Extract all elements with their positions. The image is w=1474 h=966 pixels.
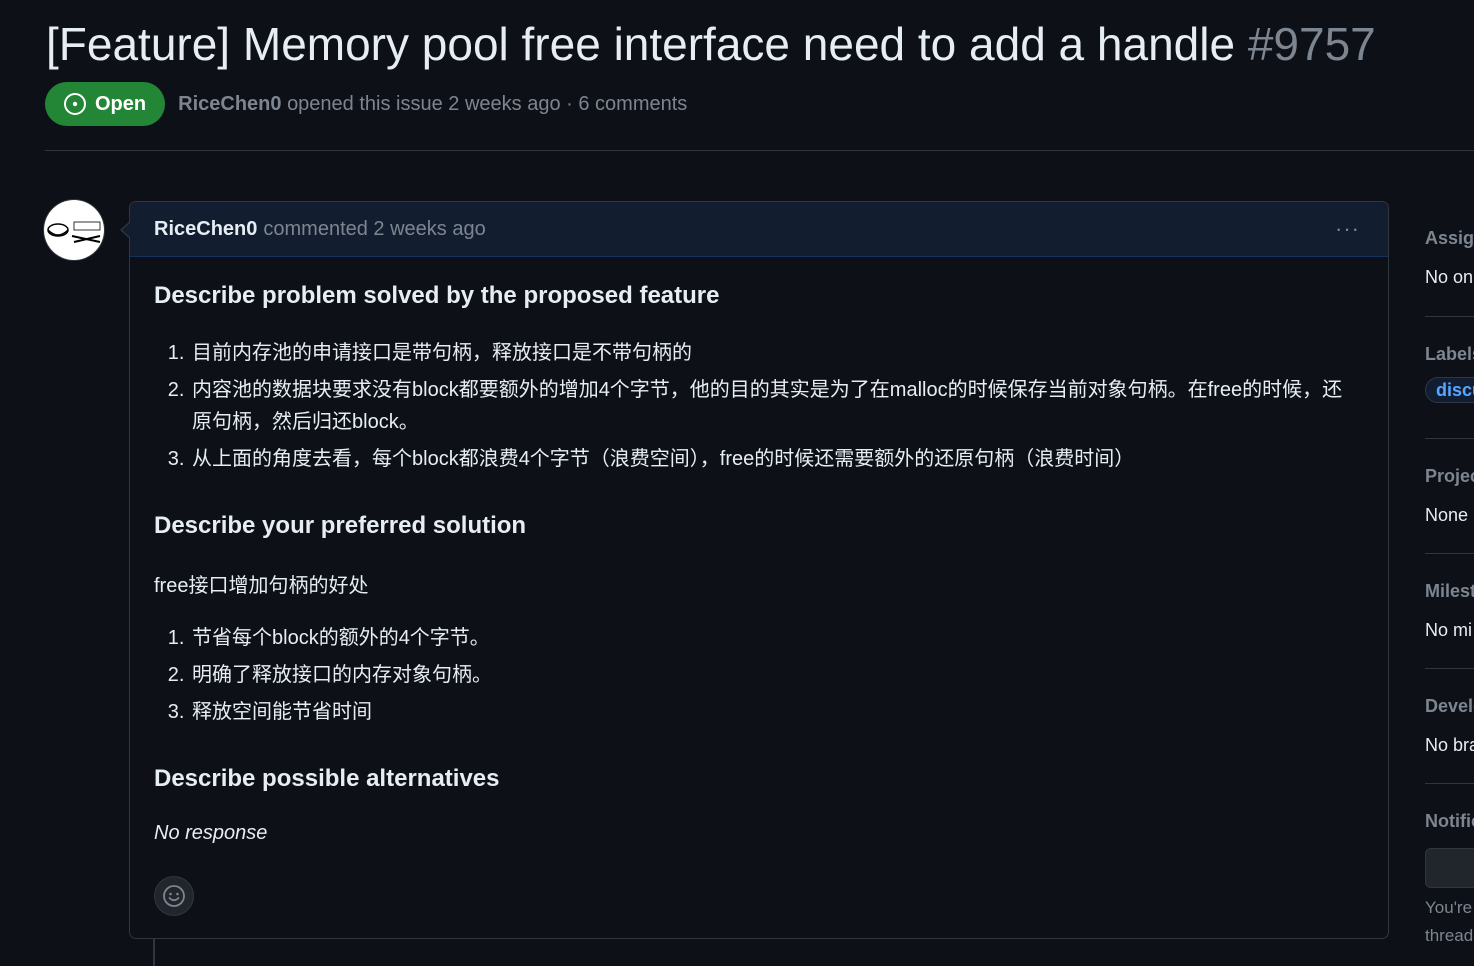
issue-number: #9757	[1247, 18, 1376, 70]
label-badge[interactable]: discu	[1425, 377, 1474, 403]
solution-heading: Describe your preferred solution	[154, 512, 527, 539]
issue-open-icon	[64, 93, 86, 115]
development-heading[interactable]: Develo	[1425, 696, 1474, 717]
milestone-value: No mi	[1425, 620, 1473, 640]
sidebar-projects[interactable]: Projec None	[1425, 466, 1474, 526]
sidebar-divider	[1425, 783, 1474, 784]
state-badge: Open	[45, 82, 166, 126]
comment-card: RiceChen0 commented 2 weeks ago ··· Desc…	[120, 201, 1389, 939]
state-label: Open	[95, 92, 147, 115]
sidebar-divider	[1425, 668, 1474, 669]
sidebar-development[interactable]: Develo No bra	[1425, 696, 1474, 756]
comment-author-link[interactable]: RiceChen0	[154, 218, 257, 241]
header-divider	[45, 150, 1474, 151]
alternatives-text: No response	[154, 822, 268, 844]
sidebar-labels[interactable]: Labels discu	[1425, 344, 1474, 403]
assignees-heading[interactable]: Assign	[1425, 228, 1474, 249]
comment-header: RiceChen0 commented 2 weeks ago ···	[120, 202, 1388, 257]
avatar-logo-icon	[47, 221, 101, 243]
notifications-line-2: thread	[1425, 926, 1474, 945]
issue-meta: Open RiceChen0 opened this issue 2 weeks…	[45, 82, 687, 126]
issue-title-text: [Feature] Memory pool free interface nee…	[46, 18, 1236, 70]
issue-title: [Feature] Memory pool free interface nee…	[46, 14, 1376, 74]
problem-list: 目前内存池的申请接口是带句柄，释放接口是不带句柄的 内容池的数据块要求没有blo…	[154, 337, 1348, 480]
issue-author-link[interactable]: RiceChen0	[178, 93, 281, 115]
milestone-heading[interactable]: Milest	[1425, 581, 1474, 602]
solution-list: 节省每个block的额外的4个字节。 明确了释放接口的内存对象句柄。 释放空间能…	[154, 622, 1348, 733]
list-item: 释放空间能节省时间	[190, 696, 1348, 728]
list-item: 内容池的数据块要求没有block都要额外的增加4个字节，他的目的其实是为了在ma…	[190, 374, 1348, 438]
notifications-heading: Notific	[1425, 811, 1474, 831]
sidebar-milestone[interactable]: Milest No mi	[1425, 581, 1474, 641]
comment-caret	[120, 221, 131, 239]
subscribe-button[interactable]	[1425, 848, 1474, 888]
alternatives-heading: Describe possible alternatives	[154, 765, 500, 792]
sidebar-notifications: Notific You're thread	[1425, 811, 1474, 950]
list-item: 节省每个block的额外的4个字节。	[190, 622, 1348, 654]
list-item: 目前内存池的申请接口是带句柄，释放接口是不带句柄的	[190, 337, 1348, 369]
notifications-line-1: You're	[1425, 898, 1473, 917]
projects-heading[interactable]: Projec	[1425, 466, 1474, 487]
timeline-line	[153, 938, 155, 966]
sidebar-divider	[1425, 316, 1474, 317]
comment-menu-icon[interactable]: ···	[1335, 216, 1360, 242]
sidebar-assignees[interactable]: Assign No on	[1425, 228, 1474, 288]
problem-heading: Describe problem solved by the proposed …	[154, 282, 720, 309]
labels-heading[interactable]: Labels	[1425, 344, 1474, 365]
issue-meta-detail: opened this issue 2 weeks ago · 6 commen…	[287, 92, 688, 115]
comment-timestamp[interactable]: commented 2 weeks ago	[263, 218, 485, 241]
list-item: 明确了释放接口的内存对象句柄。	[190, 659, 1348, 691]
sidebar-divider	[1425, 438, 1474, 439]
solution-text: free接口增加句柄的好处	[154, 575, 369, 597]
projects-value: None	[1425, 505, 1469, 525]
avatar[interactable]	[44, 200, 104, 260]
assignees-value: No on	[1425, 267, 1474, 287]
smiley-icon	[163, 885, 185, 907]
development-value: No bra	[1425, 735, 1474, 755]
sidebar-divider	[1425, 553, 1474, 554]
list-item: 从上面的角度去看，每个block都浪费4个字节（浪费空间），free的时候还需要…	[190, 443, 1348, 475]
issue-meta-text: RiceChen0 opened this issue 2 weeks ago …	[178, 93, 687, 116]
add-reaction-button[interactable]	[154, 876, 194, 916]
